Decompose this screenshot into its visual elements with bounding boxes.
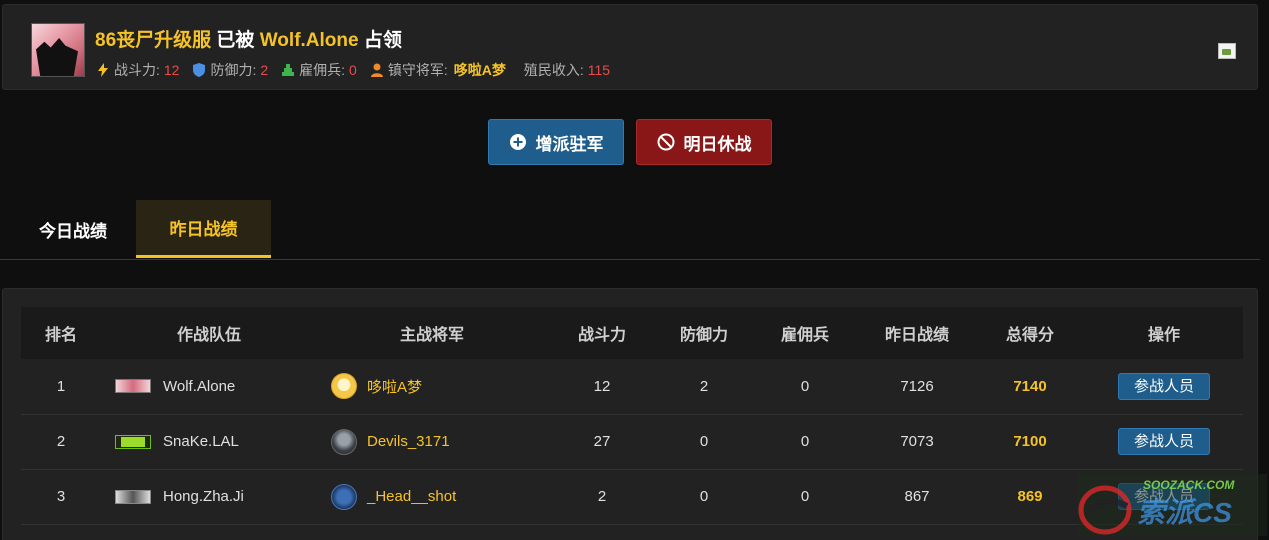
watermark-url: SOOZACK.COM	[1143, 478, 1235, 492]
table-header-row: 排名 作战队伍 主战将军 战斗力 防御力 雇佣兵 昨日战绩 总得分 操作	[21, 307, 1243, 359]
col-rank: 排名	[44, 327, 77, 344]
lightning-icon	[98, 63, 108, 77]
tab-today[interactable]: 今日战绩	[20, 200, 126, 258]
ranking-panel: 排名 作战队伍 主战将军 战斗力 防御力 雇佣兵 昨日战绩 总得分 操作 1 W…	[2, 288, 1258, 540]
rank-cell: 3	[56, 488, 66, 505]
income-value: 115	[587, 62, 611, 78]
total-cell: 7140	[1013, 377, 1047, 395]
table-row: 1 Wolf.Alone 哆啦A梦 12 2 0 7126 7140 参战人员	[21, 359, 1243, 414]
watermark-brand: 索派CS	[1137, 497, 1232, 528]
defense-value: 2	[260, 62, 269, 78]
page-title: 86丧尸升级服 已被 Wolf.Alone 占领	[95, 25, 402, 52]
reinforce-button[interactable]: 增派驻军	[488, 119, 624, 165]
attack-cell: 27	[593, 433, 611, 450]
ban-icon	[657, 133, 675, 151]
defense-cell: 0	[699, 488, 709, 505]
team-name[interactable]: SnaKe.LAL	[163, 433, 239, 450]
col-total: 总得分	[1005, 327, 1054, 344]
team-logo	[115, 379, 151, 394]
table-row: 2 SnaKe.LAL Devils_3171 27 0 0 7073 7100…	[21, 414, 1243, 469]
server-header: 86丧尸升级服 已被 Wolf.Alone 占领 战斗力: 12 防御力: 2 …	[2, 4, 1258, 90]
col-yesterday: 昨日战绩	[884, 327, 949, 344]
general-avatar	[331, 428, 357, 455]
server-name: 86丧尸升级服	[95, 30, 212, 51]
record-tabs: 今日战绩 昨日战绩	[0, 200, 1260, 260]
team-logo	[115, 434, 151, 449]
yesterday-cell: 867	[904, 488, 930, 505]
col-general: 主战将军	[399, 327, 464, 344]
col-mercenary: 雇佣兵	[780, 327, 829, 344]
defense-cell: 2	[699, 377, 709, 395]
table-row: 3 Hong.Zha.Ji _Head__shot 2 0 0 867 869 …	[21, 469, 1243, 524]
stat-mercenary: 雇佣兵: 0	[280, 60, 357, 80]
defense-cell: 0	[699, 433, 709, 450]
participants-button[interactable]: 参战人员	[1118, 428, 1210, 455]
server-stats: 战斗力: 12 防御力: 2 雇佣兵: 0 镇守将军: 哆啦A梦 殖民收入: 1…	[95, 60, 622, 80]
user-icon	[370, 63, 383, 77]
reinforce-label: 增派驻军	[535, 134, 604, 154]
rank-cell: 1	[56, 377, 66, 395]
occupied-by-text: 已被	[216, 30, 255, 51]
team-logo	[115, 489, 151, 504]
stat-defense: 防御力: 2	[191, 60, 268, 80]
occupied-suffix: 占领	[363, 30, 402, 51]
mercenary-icon	[282, 64, 295, 76]
site-watermark-logo: SOOZACK.COM 索派CS	[1077, 474, 1267, 536]
plus-circle-icon	[509, 133, 527, 151]
general-name[interactable]: Devils_3171	[367, 433, 450, 450]
truce-label: 明日休战	[683, 134, 752, 154]
general-avatar	[331, 483, 357, 510]
col-team: 作战队伍	[176, 327, 241, 344]
truce-button[interactable]: 明日休战	[636, 119, 772, 165]
attack-cell: 12	[593, 377, 611, 395]
col-attack: 战斗力	[577, 327, 626, 344]
mercenary-cell: 0	[800, 377, 810, 395]
mercenary-cell: 0	[800, 488, 810, 505]
rank-cell: 2	[56, 433, 66, 450]
ranking-table: 排名 作战队伍 主战将军 战斗力 防御力 雇佣兵 昨日战绩 总得分 操作 1 W…	[21, 307, 1243, 525]
attack-cell: 2	[597, 488, 607, 505]
stat-income: 殖民收入: 115	[523, 62, 611, 78]
occupier-name: Wolf.Alone	[259, 30, 359, 51]
occupier-avatar	[31, 23, 85, 77]
general-name[interactable]: 哆啦A梦	[367, 376, 422, 397]
col-action: 操作	[1147, 327, 1180, 344]
total-cell: 869	[1017, 488, 1043, 505]
team-name[interactable]: Wolf.Alone	[163, 378, 235, 395]
participants-button[interactable]: 参战人员	[1118, 372, 1210, 400]
mercenary-cell: 0	[800, 433, 810, 450]
team-name[interactable]: Hong.Zha.Ji	[163, 488, 244, 505]
yesterday-cell: 7073	[900, 433, 934, 450]
tab-yesterday[interactable]: 昨日战绩	[136, 200, 271, 258]
broken-image-icon	[1218, 43, 1236, 59]
general-avatar	[331, 373, 357, 400]
attack-value: 12	[163, 62, 180, 78]
general-name[interactable]: _Head__shot	[367, 488, 456, 505]
total-cell: 7100	[1013, 433, 1047, 450]
stat-guard: 镇守将军: 哆啦A梦	[369, 60, 506, 80]
stat-attack: 战斗力: 12	[95, 60, 179, 80]
shield-icon	[193, 63, 206, 77]
mercenary-value: 0	[349, 62, 357, 78]
col-defense: 防御力	[679, 327, 728, 344]
yesterday-cell: 7126	[900, 377, 934, 395]
guard-general-link[interactable]: 哆啦A梦	[454, 60, 506, 80]
